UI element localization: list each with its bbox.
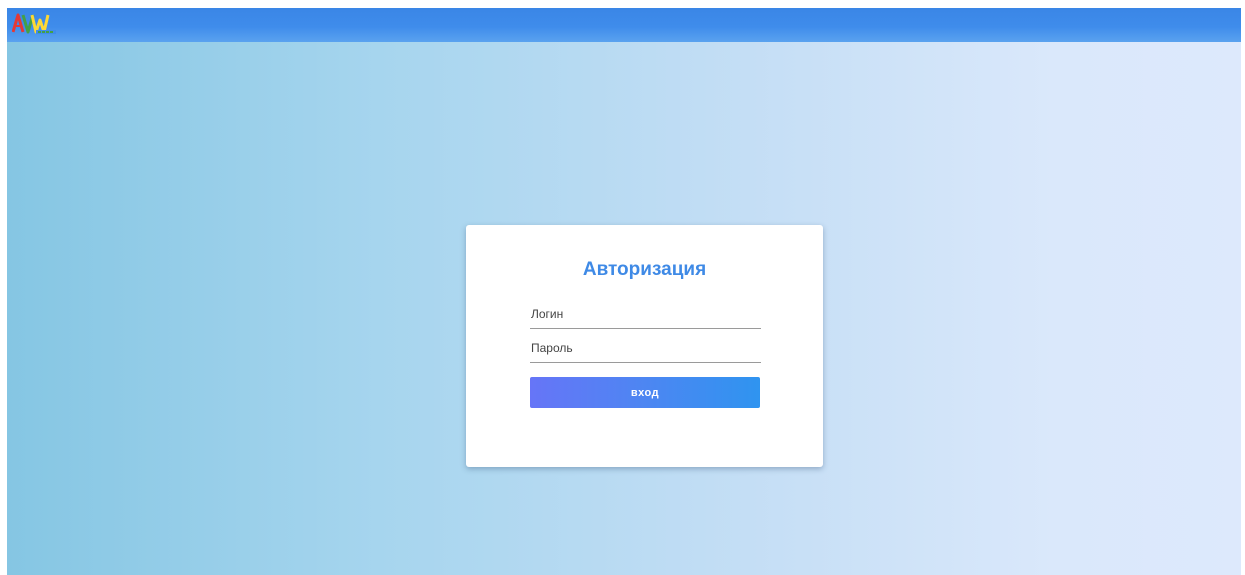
login-title: Авторизация [582,259,707,280]
logo-icon[interactable] [12,11,60,37]
top-bar [7,8,1241,42]
login-input[interactable] [530,300,761,329]
password-input[interactable] [530,334,761,363]
login-button[interactable]: вход [530,377,760,408]
login-page-background: Авторизация вход [7,42,1241,575]
app-frame: Авторизация вход [7,8,1241,575]
login-card: Авторизация вход [466,225,823,467]
